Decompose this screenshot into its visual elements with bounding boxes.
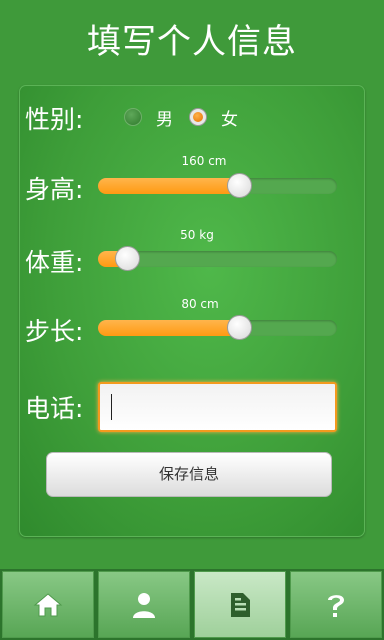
radio-female[interactable] — [189, 108, 207, 126]
weight-label: 体重: — [25, 248, 84, 277]
height-slider-thumb[interactable] — [227, 173, 252, 198]
step-value: 80 cm — [181, 297, 219, 311]
tab-help[interactable] — [290, 571, 382, 638]
help-icon — [328, 594, 344, 617]
tab-profile[interactable] — [98, 571, 190, 638]
height-slider-fill — [98, 178, 239, 194]
bottom-tab-bar — [0, 569, 384, 640]
home-icon — [33, 592, 63, 616]
step-slider-thumb[interactable] — [227, 315, 252, 340]
radio-selected-dot — [193, 112, 203, 122]
tab-info[interactable] — [194, 571, 286, 638]
save-button[interactable]: 保存信息 — [46, 452, 332, 497]
weight-slider-thumb[interactable] — [114, 246, 140, 271]
tab-home[interactable] — [2, 571, 94, 638]
radio-female-label: 女 — [221, 110, 238, 130]
weight-value: 50 kg — [180, 228, 214, 242]
page-title: 填写个人信息 — [87, 22, 297, 62]
phone-input[interactable] — [98, 382, 337, 432]
text-caret — [111, 394, 112, 420]
phone-label: 电话: — [25, 394, 84, 423]
step-label: 步长: — [25, 317, 84, 346]
person-icon — [133, 592, 155, 618]
gender-label: 性别: — [25, 105, 84, 134]
height-label: 身高: — [25, 175, 84, 204]
step-slider-fill — [98, 320, 239, 336]
height-slider[interactable] — [98, 173, 337, 198]
weight-slider[interactable] — [98, 246, 337, 271]
radio-male[interactable] — [124, 108, 142, 126]
height-value: 160 cm — [181, 154, 227, 168]
radio-male-label: 男 — [156, 110, 173, 130]
step-slider[interactable] — [98, 315, 337, 340]
document-icon — [231, 592, 250, 617]
